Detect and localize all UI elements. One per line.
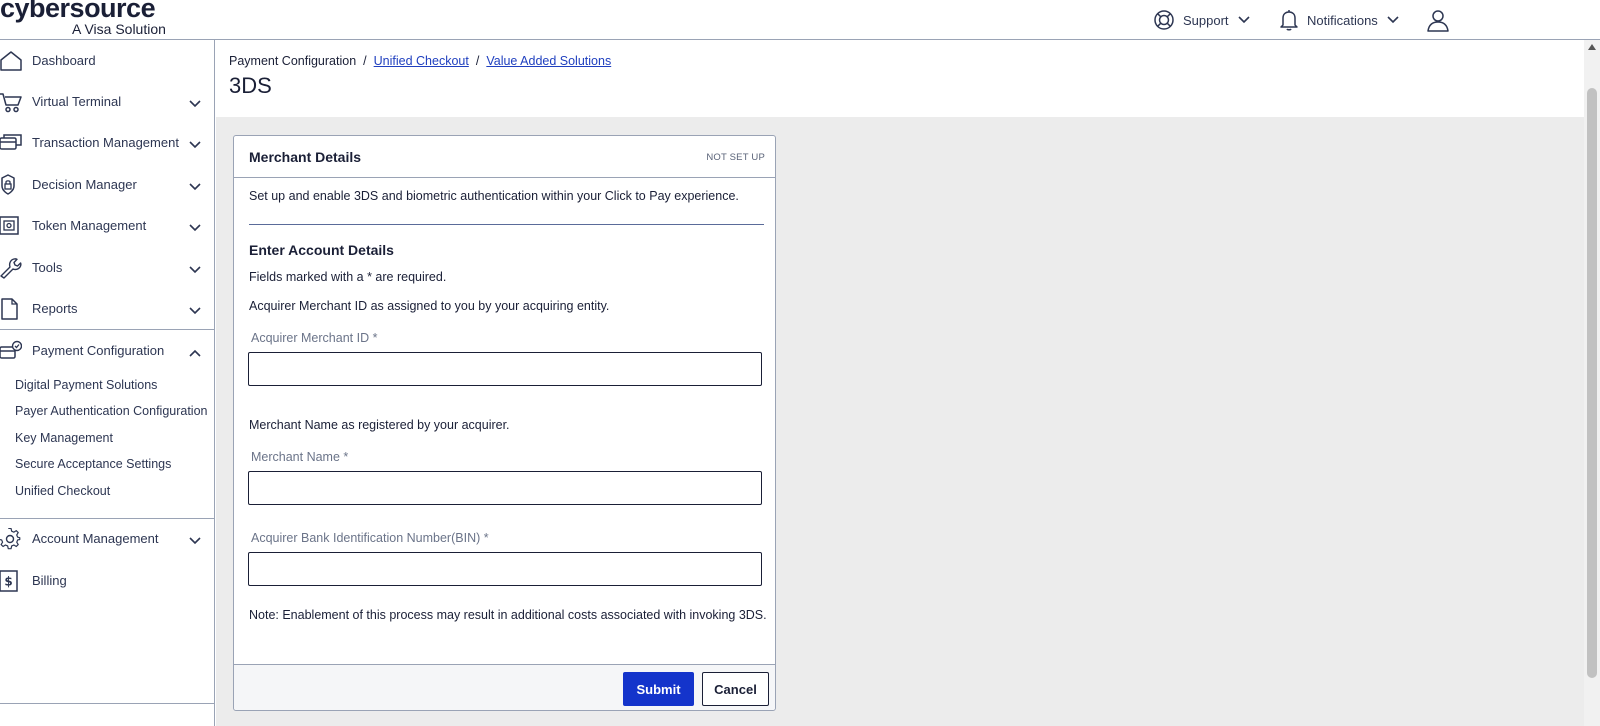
merchant-name-input[interactable] <box>248 471 762 505</box>
sidebar-divider <box>0 329 214 330</box>
shield-lock-icon <box>0 174 22 196</box>
sidebar-item-label: Transaction Management <box>32 134 179 150</box>
page-scrollbar[interactable] <box>1584 40 1600 726</box>
gear-icon <box>0 527 22 550</box>
logo-wordmark: cybersource <box>0 0 156 23</box>
page-header: Payment Configuration / Unified Checkout… <box>216 40 1584 117</box>
sidebar-item-label: Decision Manager <box>32 176 137 192</box>
section-title: Enter Account Details <box>249 242 394 258</box>
sidebar-item-label: Virtual Terminal <box>32 93 122 109</box>
merchant-id-input[interactable] <box>248 352 762 386</box>
vault-icon <box>0 215 22 237</box>
breadcrumb-separator: / <box>363 54 367 68</box>
home-icon <box>0 50 22 72</box>
chevron-down-icon <box>188 137 202 149</box>
user-profile-button[interactable] <box>1426 5 1450 35</box>
sidebar-item-virtual-terminal[interactable]: Virtual Terminal <box>0 82 214 120</box>
subitem-key-management[interactable]: Key Management <box>15 431 113 445</box>
sidebar-item-label: Tools <box>32 259 63 275</box>
sidebar-item-label: Dashboard <box>32 52 96 68</box>
breadcrumb-link-unified-checkout[interactable]: Unified Checkout <box>374 54 469 68</box>
bin-label: Acquirer Bank Identification Number(BIN)… <box>251 531 489 545</box>
sidebar-item-label: Reports <box>32 300 78 316</box>
card-check-icon <box>0 340 23 362</box>
cart-icon <box>0 91 22 113</box>
document-icon <box>0 298 22 320</box>
top-header: cybersource A Visa Solution Support Noti… <box>0 0 1600 40</box>
subitem-unified-checkout[interactable]: Unified Checkout <box>15 484 110 498</box>
bell-icon <box>1279 9 1299 31</box>
submit-button[interactable]: Submit <box>623 672 694 706</box>
cost-note: Note: Enablement of this process may res… <box>249 608 767 622</box>
page-title: 3DS <box>229 73 272 98</box>
scroll-up-arrow[interactable] <box>1588 44 1596 50</box>
sidebar-item-transaction-management[interactable]: Transaction Management <box>0 123 214 161</box>
chevron-down-icon <box>188 220 202 232</box>
notifications-menu[interactable]: Notifications <box>1279 5 1400 35</box>
chevron-down-icon <box>188 179 202 191</box>
sidebar-nav: Dashboard Virtual Terminal Transaction M… <box>0 40 215 726</box>
sidebar-item-account-management[interactable]: Account Management <box>0 519 214 557</box>
sidebar-item-payment-configuration[interactable]: Payment Configuration <box>0 331 214 369</box>
status-badge: NOT SET UP <box>706 152 765 163</box>
scroll-thumb[interactable] <box>1587 88 1597 678</box>
merchant-name-label: Merchant Name * <box>251 450 349 464</box>
sidebar-item-label: Payment Configuration <box>32 342 165 358</box>
subitem-digital-payment-solutions[interactable]: Digital Payment Solutions <box>15 378 157 392</box>
support-label: Support <box>1183 12 1229 28</box>
sidebar-item-billing[interactable]: $ Billing <box>0 561 214 599</box>
breadcrumb-root: Payment Configuration <box>229 54 357 68</box>
merchant-details-card: Merchant Details NOT SET UP Set up and e… <box>233 135 776 711</box>
sidebar-item-label: Token Management <box>32 217 147 233</box>
sidebar-item-dashboard[interactable]: Dashboard <box>0 41 214 79</box>
sidebar-item-decision-manager[interactable]: Decision Manager <box>0 165 214 203</box>
sidebar-item-tools[interactable]: Tools <box>0 248 214 286</box>
dollar-receipt-icon: $ <box>0 570 22 592</box>
chevron-up-icon <box>188 345 202 357</box>
cards-icon <box>0 132 22 154</box>
sidebar-item-label: Billing <box>32 572 67 588</box>
chevron-down-icon <box>188 303 202 315</box>
sidebar-item-reports[interactable]: Reports <box>0 289 214 327</box>
card-title: Merchant Details <box>249 149 362 165</box>
cybersource-logo[interactable]: cybersource A Visa Solution <box>0 0 166 37</box>
sidebar-item-token-management[interactable]: Token Management <box>0 206 214 244</box>
sidebar-item-label: Account Management <box>32 530 159 546</box>
user-icon <box>1426 8 1450 32</box>
merchant-id-help: Acquirer Merchant ID as assigned to you … <box>249 299 610 313</box>
cancel-button[interactable]: Cancel <box>702 672 769 706</box>
svg-text:$: $ <box>4 575 12 589</box>
chevron-down-icon <box>1237 15 1251 25</box>
section-divider <box>249 224 764 225</box>
merchant-name-help: Merchant Name as registered by your acqu… <box>249 418 510 432</box>
intro-text: Set up and enable 3DS and biometric auth… <box>249 189 739 203</box>
lifebuoy-icon <box>1153 9 1175 31</box>
card-footer: Submit Cancel <box>234 664 775 710</box>
sidebar-divider <box>0 703 214 704</box>
bin-input[interactable] <box>248 552 762 586</box>
subitem-secure-acceptance-settings[interactable]: Secure Acceptance Settings <box>15 457 171 471</box>
chevron-down-icon <box>188 96 202 108</box>
wrench-icon <box>0 257 22 279</box>
chevron-down-icon <box>188 262 202 274</box>
subitem-payer-authentication-configuration[interactable]: Payer Authentication Configuration <box>15 404 208 418</box>
breadcrumb-separator: / <box>475 54 480 68</box>
breadcrumb-link-value-added-solutions[interactable]: Value Added Solutions <box>486 54 611 68</box>
notifications-label: Notifications <box>1307 12 1378 28</box>
merchant-id-label: Acquirer Merchant ID * <box>251 331 378 345</box>
card-header: Merchant Details NOT SET UP <box>234 136 775 178</box>
required-note: Fields marked with a * are required. <box>249 270 447 284</box>
chevron-down-icon <box>188 533 202 545</box>
breadcrumb: Payment Configuration / Unified Checkout… <box>229 54 611 68</box>
chevron-down-icon <box>1386 15 1400 25</box>
support-menu[interactable]: Support <box>1153 5 1251 35</box>
logo-tagline: A Visa Solution <box>72 21 166 37</box>
